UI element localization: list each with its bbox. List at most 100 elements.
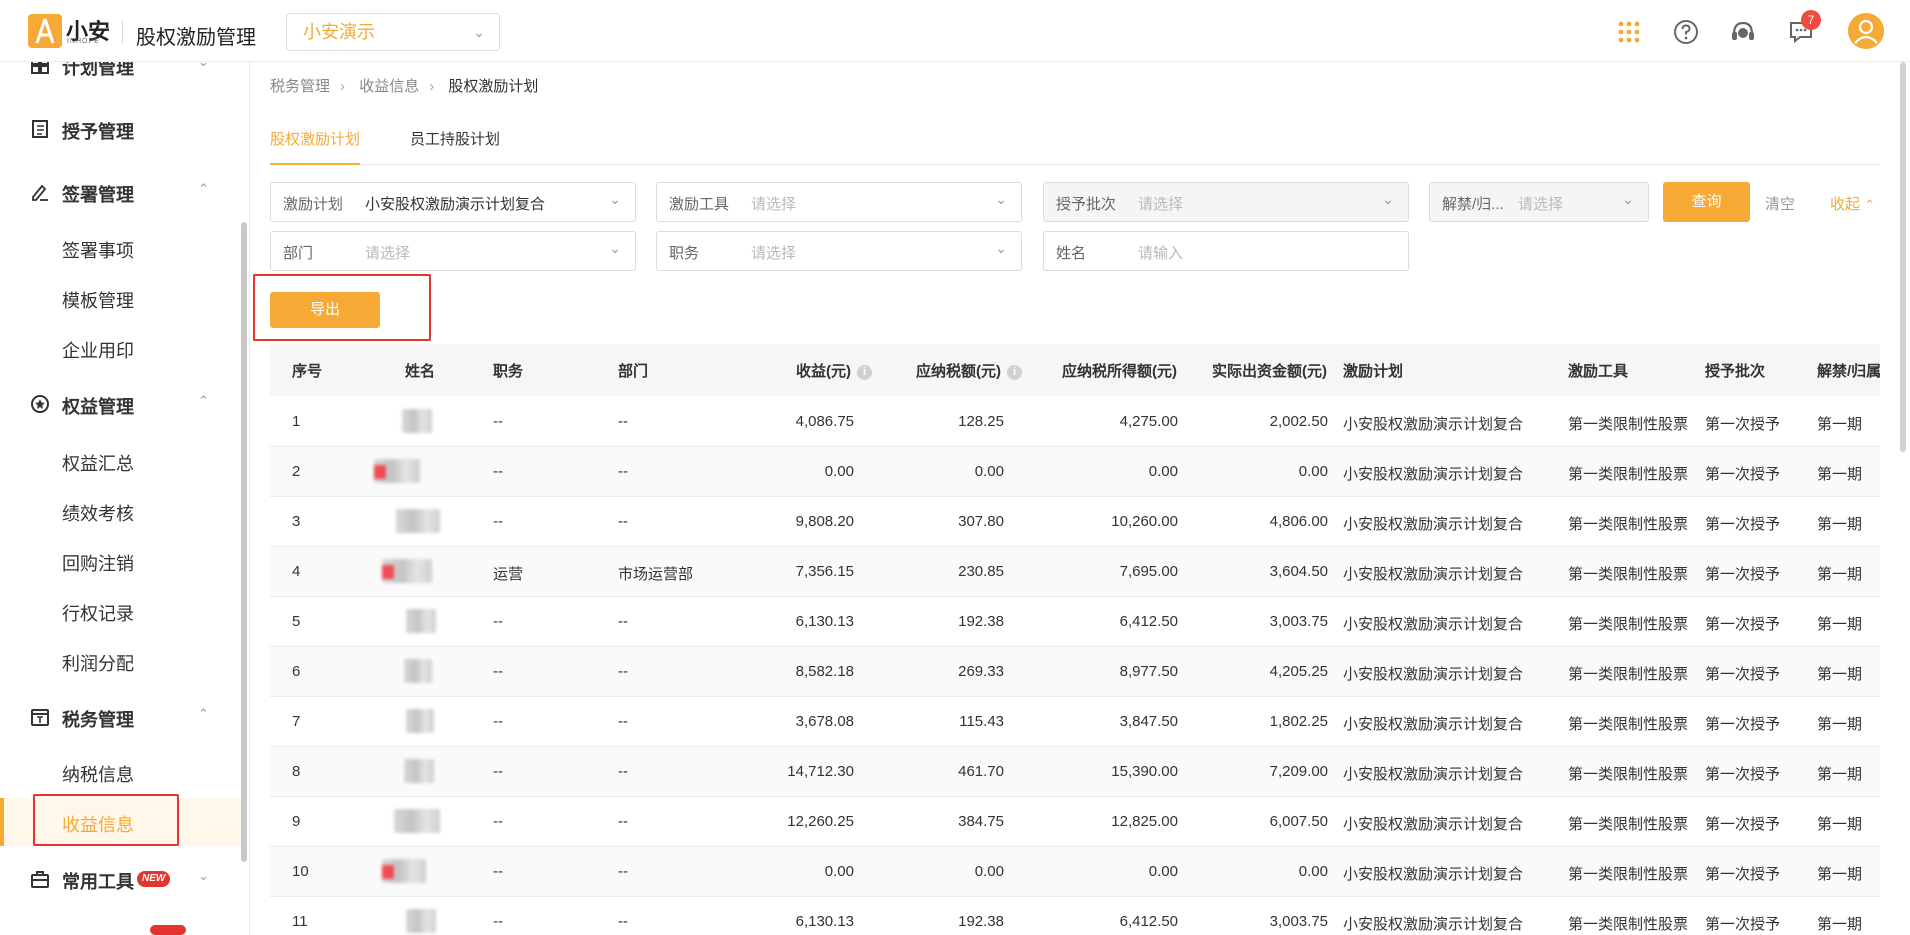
cell-paid: 2,002.50	[1269, 413, 1328, 430]
table-row[interactable]: 6 -- -- 8,582.18 269.33 8,977.50 4,205.25 小安股权激…	[270, 647, 1880, 697]
filter-tool-select[interactable]: 激励工具 请选择 ⌄	[656, 182, 1022, 222]
table-row[interactable]: 10 -- -- 0.00 0.00 0.00 0.00 小安股权激励演示计划复合 第一类限制性…	[270, 847, 1880, 897]
sidebar-group-grant[interactable]: 授予管理	[0, 104, 244, 154]
apps-grid-icon[interactable]	[1616, 19, 1642, 45]
breadcrumb-item[interactable]: 税务管理	[270, 78, 330, 95]
table-row[interactable]: 5 -- -- 6,130.13 192.38 6,412.50 3,003.75 小安股权激…	[270, 597, 1880, 647]
cell-batch: 第一次授予	[1705, 516, 1781, 533]
cell-paid: 4,205.25	[1269, 663, 1328, 680]
cell-tax: 128.25	[958, 413, 1004, 430]
cell-position: --	[493, 763, 503, 780]
table-scrollbar[interactable]	[1900, 62, 1906, 452]
collapse-button[interactable]: 收起 ⌃	[1830, 193, 1875, 214]
chevron-right-icon: ›	[340, 78, 346, 95]
sidebar-item-performance[interactable]: 绩效考核	[0, 487, 244, 535]
table-row[interactable]: 8 -- -- 14,712.30 461.70 15,390.00 7,209.00 小安股…	[270, 747, 1880, 797]
cell-no: 2	[292, 463, 301, 480]
logo-icon	[28, 14, 62, 48]
chevron-down-icon: ⌄	[198, 62, 209, 70]
table-row[interactable]: 3 -- -- 9,808.20 307.80 10,260.00 4,806.00 小安股权…	[270, 497, 1880, 547]
sidebar-group-label: 签署管理	[62, 185, 134, 205]
sidebar-group-tools[interactable]: 常用工具 NEW ⌄	[0, 854, 244, 904]
chevron-down-icon: ⌄	[995, 191, 1007, 207]
cell-income: 0.00	[824, 463, 854, 480]
message-count-badge: 7	[1801, 10, 1821, 30]
cell-period: 第一期	[1817, 616, 1863, 633]
table-row[interactable]: 1 -- -- 4,086.75 128.25 4,275.00 2,002.50 小安股权激…	[270, 397, 1880, 447]
column-header-tax: 应纳税额(元) i	[916, 360, 1022, 381]
sidebar-item-label: 模板管理	[62, 291, 134, 311]
table-row[interactable]: 4 运营 市场运营部 7,356.15 230.85 7,695.00 3,604.50 小安…	[270, 547, 1880, 597]
sidebar-scrollbar[interactable]	[241, 222, 247, 862]
cell-tool: 第一类限制性股票	[1568, 516, 1689, 533]
filter-label: 激励计划	[283, 196, 344, 213]
logo-divider	[122, 20, 123, 44]
filter-placeholder: 请选择	[751, 245, 797, 262]
sidebar-item-exercise-records[interactable]: 行权记录	[0, 587, 244, 635]
cell-tool: 第一类限制性股票	[1568, 566, 1689, 583]
info-icon[interactable]: i	[857, 365, 872, 380]
tab-employee-stock-plan[interactable]: 员工持股计划	[410, 128, 500, 163]
cell-name-redacted	[406, 709, 434, 733]
cell-department: --	[618, 413, 628, 430]
filter-plan-select[interactable]: 激励计划 小安股权激励演示计划复合 ⌄	[270, 182, 636, 222]
chevron-up-icon: ⌃	[198, 393, 209, 408]
sidebar-group-sign[interactable]: 签署管理 ⌃	[0, 167, 244, 217]
filter-unlock-select[interactable]: 解禁/归... 请选择 ⌄	[1429, 182, 1649, 222]
info-icon[interactable]: i	[1007, 365, 1022, 380]
sidebar-item-profit-distribution[interactable]: 利润分配	[0, 637, 244, 685]
filter-position-select[interactable]: 职务 请选择 ⌄	[656, 231, 1022, 271]
help-icon[interactable]	[1673, 19, 1699, 45]
cell-no: 4	[292, 563, 301, 580]
sidebar-item-income-info[interactable]: 收益信息	[0, 798, 244, 846]
breadcrumb-item[interactable]: 收益信息	[359, 78, 419, 95]
sidebar-group-plan[interactable]: 计划管理 ⌄	[0, 62, 244, 90]
sidebar-group-tax[interactable]: 税务管理 ⌃	[0, 692, 244, 742]
sidebar-group-equity[interactable]: 权益管理 ⌃	[0, 379, 244, 429]
sidebar-group-partial[interactable]	[0, 913, 244, 935]
sidebar-item-company-seal[interactable]: 企业用印	[0, 324, 244, 372]
cell-tax: 192.38	[958, 913, 1004, 930]
column-header-no: 序号	[292, 363, 323, 380]
cell-taxable: 15,390.00	[1111, 763, 1178, 780]
table-row[interactable]: 11 -- -- 6,130.13 192.38 6,412.50 3,003.75 小安股权…	[270, 897, 1880, 935]
cell-period: 第一期	[1817, 716, 1863, 733]
filter-value: 小安股权激励演示计划复合	[365, 196, 546, 213]
filter-batch-select[interactable]: 授予批次 请选择 ⌄	[1043, 182, 1409, 222]
cell-position: --	[493, 663, 503, 680]
cell-taxable: 6,412.50	[1119, 613, 1178, 630]
filter-placeholder: 请输入	[1138, 245, 1184, 262]
tab-equity-incentive-plan[interactable]: 股权激励计划	[270, 128, 361, 165]
cell-name-redacted	[404, 759, 434, 783]
export-button[interactable]: 导出	[270, 292, 380, 328]
cell-paid: 3,003.75	[1269, 913, 1328, 930]
filter-department-select[interactable]: 部门 请选择 ⌄	[270, 231, 636, 271]
user-avatar-icon[interactable]	[1848, 13, 1884, 49]
cell-plan: 小安股权激励演示计划复合	[1343, 516, 1524, 533]
sidebar-item-templates[interactable]: 模板管理	[0, 274, 244, 322]
sidebar-item-sign-items[interactable]: 签署事项	[0, 224, 244, 272]
sidebar-item-label: 签署事项	[62, 241, 134, 261]
cell-department: --	[618, 713, 628, 730]
cell-plan: 小安股权激励演示计划复合	[1343, 566, 1524, 583]
support-headset-icon[interactable]	[1730, 19, 1756, 45]
cell-tool: 第一类限制性股票	[1568, 766, 1689, 783]
cell-name-redacted	[396, 509, 440, 533]
cell-taxable: 0.00	[1148, 463, 1178, 480]
sidebar-item-equity-summary[interactable]: 权益汇总	[0, 437, 244, 485]
table-row[interactable]: 7 -- -- 3,678.08 115.43 3,847.50 1,802.25 小安股权激…	[270, 697, 1880, 747]
table-row[interactable]: 9 -- -- 12,260.25 384.75 12,825.00 6,007.50 小安股…	[270, 797, 1880, 847]
sidebar-item-tax-info[interactable]: 纳税信息	[0, 748, 244, 796]
filter-name-input[interactable]: 姓名 请输入	[1043, 231, 1409, 271]
table-row[interactable]: 2 -- -- 0.00 0.00 0.00 0.00 小安股权激励演示计划复合 第一类限制性股…	[270, 447, 1880, 497]
cell-no: 5	[292, 613, 301, 630]
column-header-income: 收益(元) i	[796, 360, 872, 381]
sidebar-item-buyback[interactable]: 回购注销	[0, 537, 244, 585]
cell-department: --	[618, 663, 628, 680]
clear-button[interactable]: 清空	[1765, 193, 1795, 214]
cell-income: 6,130.13	[795, 913, 854, 930]
cell-tool: 第一类限制性股票	[1568, 916, 1689, 933]
query-button[interactable]: 查询	[1663, 182, 1750, 222]
cell-no: 9	[292, 813, 301, 830]
company-select[interactable]: 小安演示 ⌄	[286, 13, 500, 51]
